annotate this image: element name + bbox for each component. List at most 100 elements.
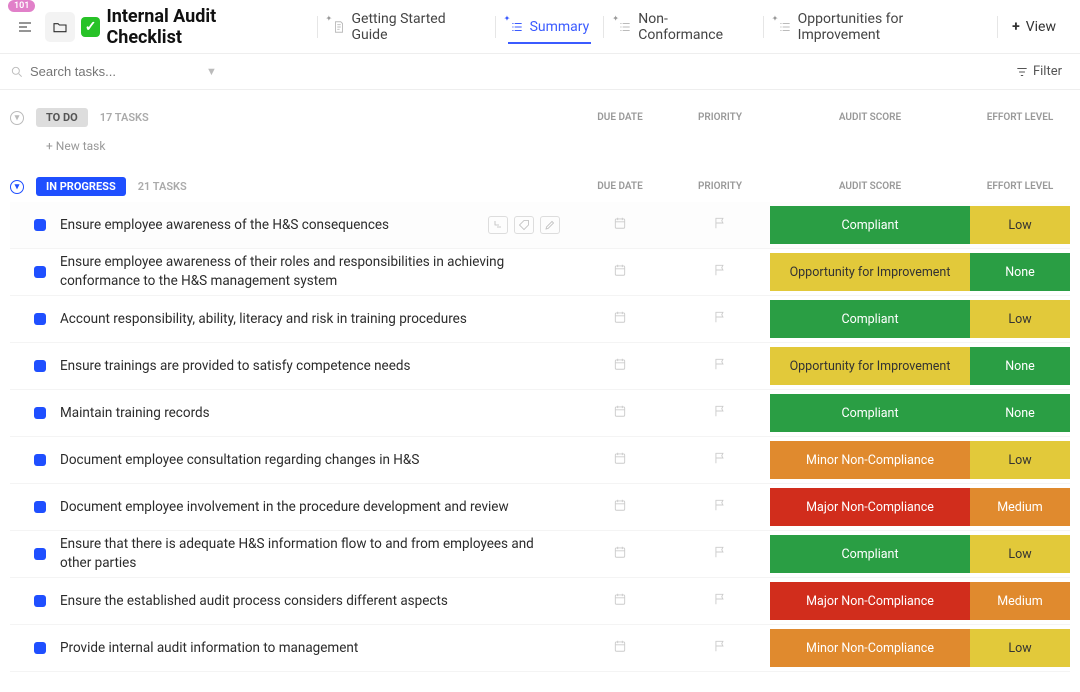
collapse-toggle[interactable]: ▾ [10,180,24,194]
tab-label: Summary [530,19,590,35]
task-row[interactable]: ⋮⋮Provide internal audit information to … [10,625,1070,672]
due-date-cell[interactable] [570,310,670,328]
task-row[interactable]: ⋮⋮Ensure the established audit process c… [10,578,1070,625]
audit-score-cell[interactable]: Compliant [770,206,970,244]
status-bullet[interactable] [34,219,46,231]
audit-score-cell[interactable]: Opportunity for Improvement [770,253,970,291]
task-row[interactable]: ⋮⋮Document employee consultation regardi… [10,437,1070,484]
task-title[interactable]: Ensure that there is adequate H&S inform… [60,535,570,573]
task-title[interactable]: Maintain training records [60,404,570,423]
tab-getting-started[interactable]: ✦ Getting Started Guide [318,0,495,54]
task-title[interactable]: Ensure employee awareness of their roles… [60,253,570,291]
effort-level-cell[interactable]: Low [970,629,1070,667]
priority-cell[interactable] [670,545,770,563]
status-bullet[interactable] [34,595,46,607]
priority-cell[interactable] [670,639,770,657]
tab-summary[interactable]: ✦ Summary [496,0,604,54]
status-bullet[interactable] [34,548,46,560]
filter-button[interactable]: Filter [1007,60,1070,83]
task-row[interactable]: ⋮⋮Ensure employee awareness of the H&S c… [10,202,1070,249]
add-view-button[interactable]: + View [998,19,1070,35]
status-bullet[interactable] [34,642,46,654]
tag-icon[interactable] [514,216,534,234]
status-chip[interactable]: IN PROGRESS [36,177,126,196]
task-title[interactable]: Document employee consultation regarding… [60,451,570,470]
edit-icon[interactable] [540,216,560,234]
audit-score-cell[interactable]: Compliant [770,394,970,432]
effort-level-cell[interactable]: Medium [970,582,1070,620]
due-date-cell[interactable] [570,639,670,657]
doc-icon: ✦ [332,20,346,34]
task-title[interactable]: Ensure the established audit process con… [60,592,570,611]
due-date-cell[interactable] [570,451,670,469]
task-row[interactable]: ⋮⋮Document employee involvement in the p… [10,484,1070,531]
due-date-cell[interactable] [570,216,670,234]
col-header-priority: PRIORITY [670,112,770,123]
task-row[interactable]: ⋮⋮Ensure employee awareness of their rol… [10,249,1070,296]
task-row[interactable]: ⋮⋮Ensure that there is adequate H&S info… [10,531,1070,578]
due-date-cell[interactable] [570,263,670,281]
effort-level-cell[interactable]: Low [970,300,1070,338]
due-date-cell[interactable] [570,357,670,375]
status-bullet[interactable] [34,266,46,278]
tab-opportunities[interactable]: ✦ Opportunities for Improvement [764,0,997,54]
subtask-icon[interactable] [488,216,508,234]
priority-cell[interactable] [670,592,770,610]
notification-badge[interactable]: 101 [8,0,35,12]
audit-score-cell[interactable]: Minor Non-Compliance [770,441,970,479]
due-date-cell[interactable] [570,404,670,422]
status-bullet[interactable] [34,407,46,419]
priority-cell[interactable] [670,310,770,328]
effort-level-cell[interactable]: Low [970,535,1070,573]
status-chip[interactable]: TO DO [36,108,88,127]
tab-non-conformance[interactable]: ✦ Non-Conformance [604,0,762,54]
search-wrap: ▼ [10,64,999,79]
status-bullet[interactable] [34,360,46,372]
status-bullet[interactable] [34,454,46,466]
priority-cell[interactable] [670,498,770,516]
status-bullet[interactable] [34,313,46,325]
list-check-icon: ✓ [81,17,101,37]
task-row[interactable]: ⋮⋮Account responsibility, ability, liter… [10,296,1070,343]
effort-level-cell[interactable]: None [970,394,1070,432]
priority-cell[interactable] [670,404,770,422]
task-count: 21 TASKS [138,180,187,193]
hamburger-menu[interactable] [10,12,39,42]
due-date-cell[interactable] [570,545,670,563]
search-input[interactable] [30,64,190,79]
status-bullet[interactable] [34,501,46,513]
audit-score-cell[interactable]: Compliant [770,535,970,573]
list-icon: ✦ [618,20,632,34]
priority-cell[interactable] [670,451,770,469]
effort-level-cell[interactable]: None [970,347,1070,385]
task-title[interactable]: Ensure employee awareness of the H&S con… [60,216,488,235]
task-title[interactable]: Provide internal audit information to ma… [60,639,570,658]
audit-score-cell[interactable]: Minor Non-Compliance [770,629,970,667]
task-title[interactable]: Account responsibility, ability, literac… [60,310,570,329]
folder-button[interactable] [45,12,74,42]
col-header-due: DUE DATE [570,112,670,123]
audit-score-cell[interactable]: Compliant [770,300,970,338]
effort-level-cell[interactable]: Low [970,206,1070,244]
priority-cell[interactable] [670,263,770,281]
chevron-down-icon[interactable]: ▼ [206,65,217,78]
due-date-cell[interactable] [570,592,670,610]
task-title[interactable]: Ensure trainings are provided to satisfy… [60,357,570,376]
effort-level-cell[interactable]: Medium [970,488,1070,526]
task-title[interactable]: Document employee involvement in the pro… [60,498,570,517]
task-row[interactable]: ⋮⋮Maintain training recordsCompliantNone [10,390,1070,437]
audit-score-cell[interactable]: Opportunity for Improvement [770,347,970,385]
filter-icon [1015,65,1029,79]
collapse-toggle[interactable]: ▾ [10,111,24,125]
priority-cell[interactable] [670,357,770,375]
page-title: Internal Audit Checklist [106,6,292,48]
effort-level-cell[interactable]: Low [970,441,1070,479]
audit-score-cell[interactable]: Major Non-Compliance [770,582,970,620]
audit-score-cell[interactable]: Major Non-Compliance [770,488,970,526]
priority-cell[interactable] [670,216,770,234]
task-row[interactable]: ⋮⋮Ensure trainings are provided to satis… [10,343,1070,390]
new-task-button[interactable]: + New task [10,133,1070,159]
due-date-cell[interactable] [570,498,670,516]
effort-level-cell[interactable]: None [970,253,1070,291]
col-header-due: DUE DATE [570,181,670,192]
